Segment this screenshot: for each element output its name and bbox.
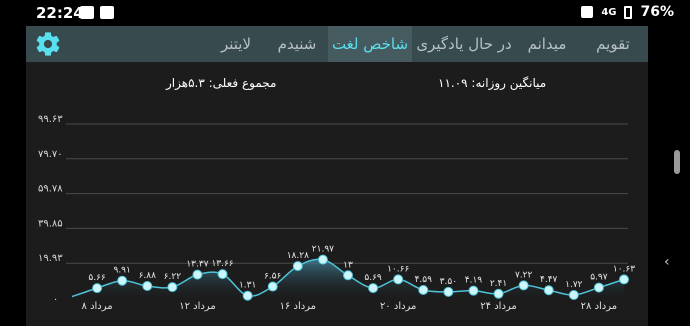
word-index-chart: ۹۹.۶۳ ۷۹.۷۰ ۵۹.۷۸ ۳۹.۸۵ ۱۹.۹۳. ۵.۶۶ ۹.۹۱ ۶.۸۸ ۶.… [38, 114, 635, 312]
data-label: ۶.۵۶ [264, 272, 282, 282]
data-label: ۱۳ [343, 260, 353, 270]
data-label: ۱۳.۶۶ [211, 259, 233, 269]
data-label: ۱۳.۳۷ [186, 260, 208, 270]
data-label: ۴.۴۷ [540, 275, 558, 285]
y-tick-label: ۳۹.۸۵ [38, 218, 63, 229]
y-tick-label: ۵۹.۷۸ [38, 184, 63, 195]
data-label: ۱.۳۱ [239, 281, 256, 291]
data-label: ۷.۲۲ [515, 270, 533, 280]
data-point [242, 290, 253, 301]
data-label: ۲۱.۹۷ [312, 245, 334, 255]
app-notification-icon [100, 6, 114, 19]
data-label: ۶.۲۲ [164, 272, 182, 282]
app-window: لایتنر شنیدم شاخص لغت در حال یادگیری مید… [26, 26, 648, 326]
data-point [117, 275, 128, 286]
scroll-handle[interactable] [674, 150, 680, 174]
data-point [292, 261, 303, 272]
y-tick-label: ۷۹.۷۰ [38, 149, 63, 160]
data-point [568, 289, 579, 300]
battery-percent: 76% [640, 4, 674, 20]
data-point [192, 269, 203, 280]
data-point [443, 286, 454, 297]
x-tick-label: ۲۸ مرداد [581, 301, 617, 312]
network-type: 4G [601, 6, 617, 18]
data-point [217, 269, 228, 280]
data-label: ۶.۸۸ [139, 271, 157, 281]
status-bar: 22:24 4G 76% [0, 0, 690, 26]
x-tick-label: ۱۶ مرداد [280, 301, 316, 312]
data-point [267, 281, 278, 292]
data-point [468, 285, 479, 296]
data-point [167, 282, 178, 293]
data-label: ۲.۴۱ [490, 279, 507, 289]
data-point [418, 284, 429, 295]
x-tick-label: ۲۴ مرداد [480, 301, 516, 312]
data-label: ۴.۵۹ [415, 275, 433, 285]
folder-icon [80, 6, 94, 19]
y-tick-label: ۱۹.۹۳ [38, 253, 63, 264]
x-tick-label: ۸ مرداد [82, 301, 113, 312]
data-point [593, 282, 604, 293]
data-point [518, 280, 529, 291]
data-label: ۱۸.۲۸ [287, 251, 309, 261]
data-label: ۵.۹۷ [590, 273, 608, 283]
data-point [92, 283, 103, 294]
data-point [343, 270, 353, 281]
data-label: ۹.۹۱ [113, 266, 130, 276]
y-tick-label: . [54, 292, 57, 303]
data-label: ۱۰.۶۶ [387, 264, 409, 274]
data-point [493, 288, 504, 299]
data-label: ۱.۷۲ [565, 280, 583, 290]
y-tick-label: ۹۹.۶۳ [38, 114, 63, 125]
data-point [142, 280, 153, 291]
data-point [543, 285, 554, 296]
status-time: 22:24 [36, 4, 84, 22]
chevron-left-icon[interactable]: ‹ [664, 254, 674, 270]
data-point [619, 274, 629, 285]
data-label: ۵.۶۶ [88, 273, 106, 283]
headphones-icon [581, 6, 594, 18]
data-label: ۱۰.۶۳ [613, 264, 635, 274]
data-label: ۳.۵۰ [440, 277, 457, 287]
battery-icon [624, 5, 633, 19]
x-tick-label: ۲۰ مرداد [380, 301, 416, 312]
data-point [317, 254, 328, 265]
x-tick-label: ۱۲ مرداد [179, 301, 215, 312]
data-label: ۴.۱۹ [465, 276, 483, 286]
data-point [368, 283, 379, 294]
data-label: ۵.۶۹ [364, 273, 382, 283]
data-point [393, 274, 404, 285]
